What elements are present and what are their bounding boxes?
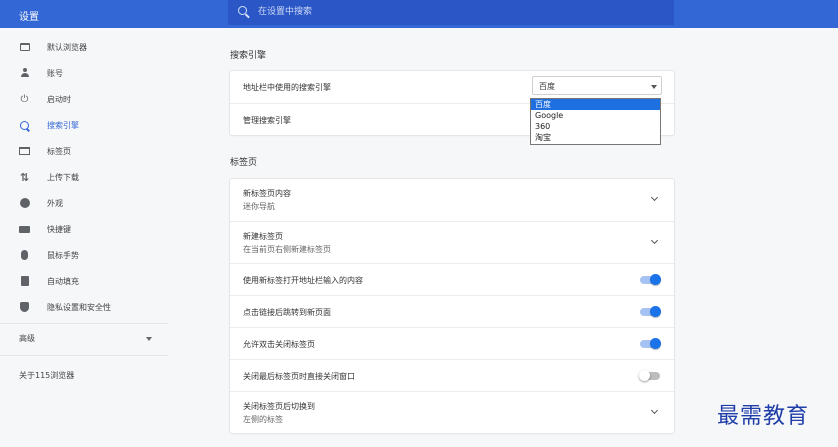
row-subtitle: 左侧的标签 (243, 415, 283, 424)
sidebar-item-tabs[interactable]: 标签页 (0, 140, 168, 162)
manage-search-engines-label: 管理搜索引擎 (243, 116, 291, 125)
tab-icon (19, 146, 30, 157)
sidebar-item-mouse-gestures[interactable]: 鼠标手势 (0, 244, 168, 266)
link-opens-new-page-row: 点击链接后跳转到新页面 (230, 295, 674, 327)
row-title: 关闭标签页后切换到 (243, 402, 315, 411)
power-icon: ⏻ (20, 93, 29, 105)
toggle-switch-on[interactable] (640, 306, 661, 317)
row-title: 允许双击关闭标签页 (243, 340, 315, 349)
toggle-switch-off[interactable] (639, 370, 660, 381)
watermark-logo: 最需教育 (717, 404, 810, 429)
toggle-switch-on[interactable] (640, 274, 661, 285)
after-close-switch-to-row[interactable]: 关闭标签页后切换到 左侧的标签 (230, 391, 674, 433)
sidebar-item-label: 搜索引擎 (47, 120, 79, 130)
sidebar-item-about[interactable]: 关于115浏览器 (19, 370, 74, 381)
toggle-switch-on[interactable] (640, 338, 661, 349)
row-title: 关闭最后标签页时直接关闭窗口 (243, 372, 355, 381)
person-icon (19, 68, 30, 79)
sidebar-item-autofill[interactable]: 自动填充 (0, 270, 168, 292)
page-title: 设置 (19, 12, 39, 23)
sidebar-item-label: 快捷键 (47, 224, 71, 234)
row-subtitle: 迷你导航 (243, 202, 275, 211)
sidebar-item-label: 鼠标手势 (47, 250, 79, 260)
mouse-icon (19, 250, 30, 261)
dropdown-option-360[interactable]: 360 (531, 121, 660, 132)
transfer-icon: ⇅ (19, 170, 30, 184)
sidebar-item-startup[interactable]: ⏻ 启动时 (0, 88, 168, 110)
divider (0, 323, 168, 324)
chevron-down-icon[interactable] (650, 193, 659, 202)
sidebar-item-label: 外观 (47, 198, 63, 208)
sidebar: 默认浏览器 账号 ⏻ 启动时 搜索引擎 标签页 ⇅ 上传下载 外观 快捷键 鼠标… (0, 30, 168, 447)
sidebar-item-label: 默认浏览器 (47, 42, 87, 52)
sidebar-item-account[interactable]: 账号 (0, 62, 168, 84)
row-title: 新建标签页 (243, 232, 283, 241)
chevron-down-icon[interactable] (650, 236, 659, 245)
shield-icon (19, 302, 30, 313)
section-title-search-engine: 搜索引擎 (230, 51, 267, 61)
sidebar-advanced-toggle[interactable]: 高级 (0, 328, 168, 350)
section-title-tabs: 标签页 (230, 158, 258, 168)
sidebar-item-label: 上传下载 (47, 172, 79, 182)
sidebar-item-label: 隐私设置和安全性 (47, 302, 111, 312)
caret-down-icon (146, 337, 152, 341)
new-tab-content-row[interactable]: 新标签页内容 迷你导航 (230, 179, 674, 221)
address-bar-engine-label: 地址栏中使用的搜索引擎 (243, 83, 331, 92)
sidebar-item-label: 标签页 (47, 146, 71, 156)
divider (0, 355, 168, 356)
double-click-close-row: 允许双击关闭标签页 (230, 327, 674, 359)
open-address-in-new-tab-row: 使用新标签打开地址栏输入的内容 (230, 263, 674, 295)
dropdown-option-baidu[interactable]: 百度 (531, 99, 660, 110)
search-icon (19, 120, 30, 131)
tabs-card: 新标签页内容 迷你导航 新建标签页 在当前页右侧新建标签页 使用新标签打开地址栏… (230, 179, 674, 433)
sidebar-item-appearance[interactable]: 外观 (0, 192, 168, 214)
search-engine-select[interactable]: 百度 (532, 76, 662, 95)
sidebar-item-label: 启动时 (47, 94, 71, 104)
sidebar-item-privacy[interactable]: 隐私设置和安全性 (0, 296, 168, 318)
browser-icon (19, 42, 30, 53)
row-title: 使用新标签打开地址栏输入的内容 (243, 276, 363, 285)
selected-engine-value: 百度 (539, 82, 555, 91)
caret-down-icon (651, 85, 657, 89)
clipboard-icon (19, 276, 30, 287)
keyboard-icon (19, 224, 30, 235)
sidebar-item-label: 账号 (47, 68, 63, 78)
sidebar-item-label: 自动填充 (47, 276, 79, 286)
main-content: 搜索引擎 地址栏中使用的搜索引擎 百度 管理搜索引擎 标签页 新标签页内容 迷你… (228, 0, 674, 447)
dropdown-option-taobao[interactable]: 淘宝 (531, 132, 660, 143)
advanced-label: 高级 (19, 334, 35, 343)
dropdown-option-google[interactable]: Google (531, 110, 660, 121)
sidebar-item-default-browser[interactable]: 默认浏览器 (0, 36, 168, 58)
new-tab-position-row[interactable]: 新建标签页 在当前页右侧新建标签页 (230, 221, 674, 263)
row-subtitle: 在当前页右侧新建标签页 (243, 245, 331, 254)
search-engine-dropdown: 百度 Google 360 淘宝 (530, 98, 661, 145)
row-title: 点击链接后跳转到新页面 (243, 308, 331, 317)
close-window-on-last-tab-row: 关闭最后标签页时直接关闭窗口 (230, 359, 674, 391)
sidebar-item-downloads[interactable]: ⇅ 上传下载 (0, 166, 168, 188)
palette-icon (19, 198, 30, 209)
row-title: 新标签页内容 (243, 189, 291, 198)
chevron-down-icon[interactable] (650, 406, 659, 415)
sidebar-item-shortcuts[interactable]: 快捷键 (0, 218, 168, 240)
sidebar-item-search-engine[interactable]: 搜索引擎 (0, 114, 168, 136)
